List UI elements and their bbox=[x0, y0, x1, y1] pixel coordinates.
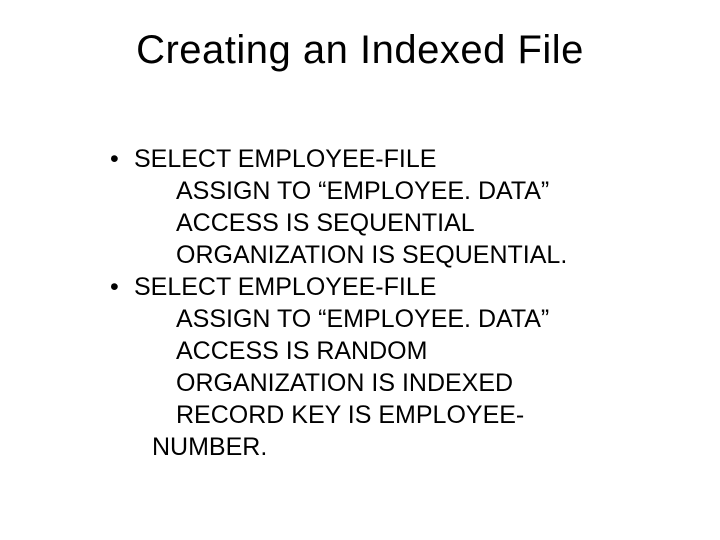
bullet-item: SELECT EMPLOYEE-FILE bbox=[110, 271, 630, 303]
bullet-head: SELECT EMPLOYEE-FILE bbox=[134, 145, 436, 173]
bullet-item: SELECT EMPLOYEE-FILE bbox=[110, 143, 630, 175]
code-line: ORGANIZATION IS SEQUENTIAL. bbox=[110, 239, 630, 271]
code-line: ASSIGN TO “EMPLOYEE. DATA” bbox=[110, 303, 630, 335]
bullet-head: SELECT EMPLOYEE-FILE bbox=[134, 273, 436, 301]
code-line: ASSIGN TO “EMPLOYEE. DATA” bbox=[110, 175, 630, 207]
code-line: ACCESS IS SEQUENTIAL bbox=[110, 207, 630, 239]
slide-content: SELECT EMPLOYEE-FILE ASSIGN TO “EMPLOYEE… bbox=[60, 143, 660, 463]
code-line: RECORD KEY IS EMPLOYEE- bbox=[110, 399, 630, 431]
slide-title: Creating an Indexed File bbox=[60, 28, 660, 73]
slide: Creating an Indexed File SELECT EMPLOYEE… bbox=[0, 0, 720, 540]
code-line: ACCESS IS RANDOM bbox=[110, 335, 630, 367]
code-line: NUMBER. bbox=[110, 431, 630, 463]
code-line: ORGANIZATION IS INDEXED bbox=[110, 367, 630, 399]
